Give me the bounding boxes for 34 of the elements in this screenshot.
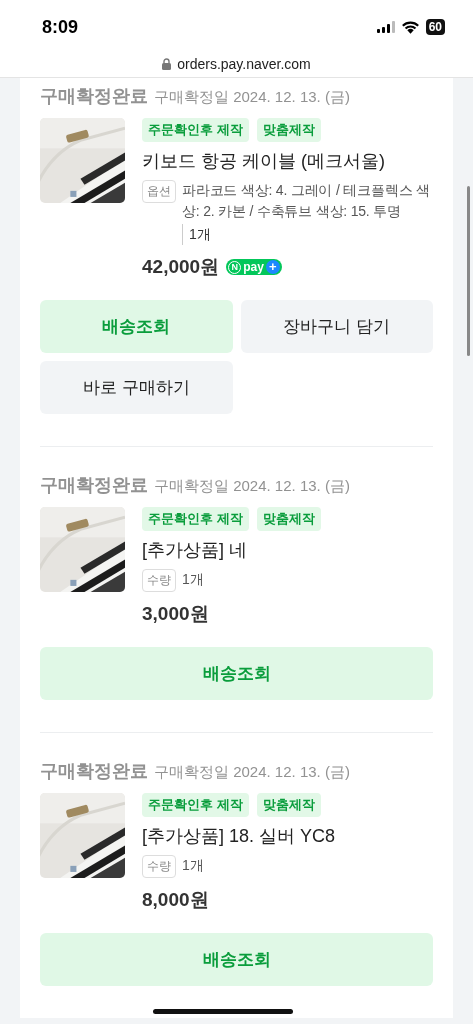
url-text[interactable]: orders.pay.naver.com: [177, 55, 311, 72]
product-tag: 주문확인후 제작: [142, 793, 249, 817]
detail-value: 1개: [182, 856, 204, 875]
order-status: 구매확정완료: [40, 474, 148, 497]
product-name[interactable]: [추가상품] 18. 실버 YC8: [142, 824, 433, 848]
product-tag: 맞춤제작: [256, 118, 321, 142]
wifi-icon: [400, 20, 420, 34]
confirm-date: 구매확정일 2024. 12. 13. (금): [154, 477, 350, 496]
product-tag: 주문확인후 제작: [142, 507, 249, 531]
confirm-date: 구매확정일 2024. 12. 13. (금): [154, 88, 350, 107]
order-status: 구매확정완료: [40, 760, 148, 783]
product-tag: 맞춤제작: [256, 793, 321, 817]
product-tag: 맞춤제작: [256, 507, 321, 531]
signal-icon: [376, 21, 395, 33]
price-text: 8,000원: [142, 888, 209, 912]
action-button[interactable]: 바로 구매하기: [40, 361, 233, 414]
order-status: 구매확정완료: [40, 85, 148, 108]
quantity-text: 1개: [182, 224, 211, 245]
detail-label: 수량: [142, 569, 176, 592]
price-text: 42,000원: [142, 255, 220, 279]
detail-value: 파라코드 색상: 4. 그레이 / 테크플렉스 색상: 2. 카본 / 수축튜브 색상: 15. 투명: [182, 181, 431, 221]
detail-label: 옵션: [142, 180, 176, 203]
home-indicator[interactable]: [153, 1009, 293, 1014]
product-name[interactable]: [추가상품] 네: [142, 538, 433, 562]
confirm-date: 구매확정일 2024. 12. 13. (금): [154, 763, 350, 782]
product-tag: 주문확인후 제작: [142, 118, 249, 142]
price-text: 3,000원: [142, 602, 209, 626]
detail-label: 수량: [142, 855, 176, 878]
product-name[interactable]: 키보드 항공 케이블 (메크서울): [142, 149, 433, 173]
battery-indicator: 60: [425, 19, 445, 35]
action-button[interactable]: 장바구니 담기: [240, 300, 433, 353]
detail-value: 1개: [182, 570, 204, 589]
npay-plus-badge: N pay +: [226, 259, 282, 275]
clock-time: 8:09: [42, 16, 79, 38]
